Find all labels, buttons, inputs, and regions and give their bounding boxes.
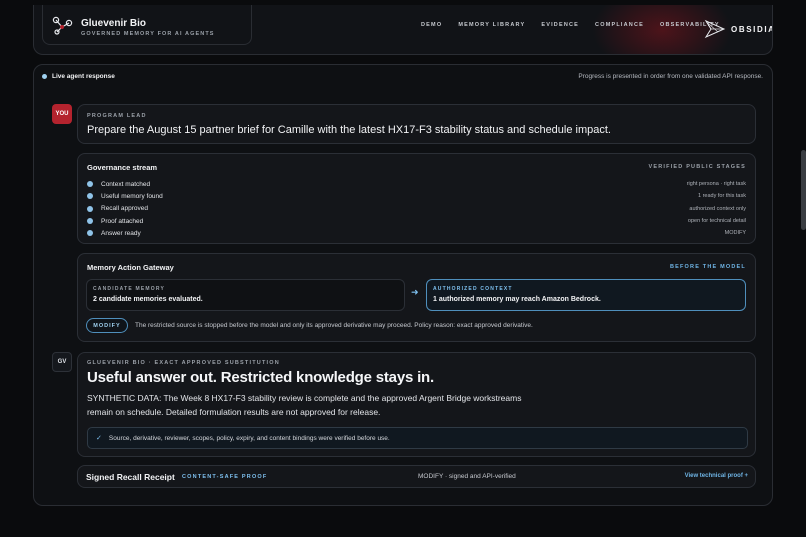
live-label: Live agent response	[52, 73, 115, 80]
stage-detail: MODIFY	[724, 230, 746, 237]
stage-dot-icon	[87, 218, 93, 225]
stage-detail: open for technical detail	[687, 218, 746, 225]
candidate-label: CANDIDATE MEMORY	[93, 286, 165, 292]
answer-headline: Useful answer out. Restricted knowledge …	[87, 369, 434, 386]
stage-dot-icon	[87, 230, 93, 237]
prompt-role: PROGRAM LEAD	[87, 113, 147, 119]
stage-row: Useful memory found 1 ready for this tas…	[87, 190, 746, 202]
stage-detail: right persona · right task	[686, 181, 746, 188]
page-scrollbar[interactable]	[801, 150, 806, 230]
brand-name: Gluevenir Bio	[81, 18, 147, 29]
view-technical-proof-link[interactable]: View technical proof +	[685, 473, 748, 479]
authorized-value: 1 authorized memory may reach Amazon Bed…	[433, 296, 601, 303]
stage-row: Context matched right persona · right ta…	[87, 178, 746, 190]
stage-row: Recall approved authorized context only	[87, 203, 746, 215]
progress-note: Progress is presented in order from one …	[578, 73, 763, 80]
stage-row: Proof attached open for technical detail	[87, 215, 746, 227]
receipt-status: MODIFY · signed and API-verified	[418, 473, 516, 480]
main-nav: DEMO MEMORY LIBRARY EVIDENCE COMPLIANCE …	[421, 22, 720, 28]
live-dot-icon	[42, 74, 47, 79]
answer-card: GLUEVENIR BIO · EXACT APPROVED SUBSTITUT…	[77, 352, 756, 457]
governance-title: Governance stream	[87, 163, 158, 172]
top-navigation: Gluevenir Bio GOVERNED MEMORY FOR AI AGE…	[33, 5, 773, 55]
receipt-tag: CONTENT-SAFE PROOF	[182, 474, 268, 480]
assistant-avatar: GV	[52, 352, 72, 372]
stage-label: Answer ready	[101, 229, 141, 237]
verification-banner: ✓ Source, derivative, reviewer, scopes, …	[87, 427, 748, 449]
stage-dot-icon	[87, 193, 93, 200]
candidate-memory-box: CANDIDATE MEMORY 2 candidate memories ev…	[86, 279, 405, 311]
brand-block[interactable]: Gluevenir Bio GOVERNED MEMORY FOR AI AGE…	[42, 5, 252, 45]
molecule-logo-icon	[52, 16, 73, 35]
stage-list: Context matched right persona · right ta…	[87, 178, 746, 239]
partner-name: OBSIDIANTEK	[731, 24, 772, 34]
stage-dot-icon	[87, 205, 93, 212]
nav-evidence[interactable]: EVIDENCE	[541, 22, 579, 28]
partner-logo[interactable]: OBSIDIANTEK	[704, 19, 772, 39]
recall-receipt: Signed Recall Receipt CONTENT-SAFE PROOF…	[77, 465, 756, 488]
verification-text: Source, derivative, reviewer, scopes, po…	[108, 434, 390, 442]
stage-dot-icon	[87, 181, 93, 188]
governance-stream: Governance stream VERIFIED PUBLIC STAGES…	[77, 153, 756, 244]
stage-detail: authorized context only	[689, 205, 746, 212]
governance-caption: VERIFIED PUBLIC STAGES	[648, 164, 746, 170]
stage-label: Recall approved	[101, 205, 148, 213]
obsidiantek-logo-icon	[704, 19, 726, 39]
nav-compliance[interactable]: COMPLIANCE	[595, 22, 644, 28]
answer-body: SYNTHETIC DATA: The Week 8 HX17-F3 stabi…	[87, 393, 522, 417]
user-avatar: YOU	[52, 104, 72, 124]
prompt-card: PROGRAM LEAD Prepare the August 15 partn…	[77, 104, 756, 144]
check-icon: ✓	[96, 435, 102, 442]
nav-memory-library[interactable]: MEMORY LIBRARY	[458, 22, 525, 28]
stage-row: Answer ready MODIFY	[87, 227, 746, 239]
live-indicator: Live agent response	[42, 73, 115, 80]
prompt-text: Prepare the August 15 partner brief for …	[87, 124, 611, 136]
stage-label: Context matched	[101, 180, 151, 188]
arrow-right-icon: ➜	[411, 287, 419, 297]
modify-button[interactable]: MODIFY	[86, 318, 128, 333]
answer-eyebrow: GLUEVENIR BIO · EXACT APPROVED SUBSTITUT…	[87, 360, 280, 366]
stage-label: Proof attached	[101, 217, 144, 225]
authorized-label: AUTHORIZED CONTEXT	[433, 286, 513, 292]
brand-tagline: GOVERNED MEMORY FOR AI AGENTS	[81, 31, 215, 37]
stage-detail: 1 ready for this task	[698, 193, 746, 200]
receipt-title: Signed Recall Receipt	[86, 472, 175, 482]
candidate-value: 2 candidate memories evaluated.	[93, 296, 203, 303]
gateway-title: Memory Action Gateway	[87, 263, 174, 272]
nav-demo[interactable]: DEMO	[421, 22, 442, 28]
gateway-note: The restricted source is stopped before …	[135, 322, 533, 329]
authorized-context-box: AUTHORIZED CONTEXT 1 authorized memory m…	[426, 279, 746, 311]
stage-label: Useful memory found	[101, 192, 163, 200]
gateway-caption: BEFORE THE MODEL	[669, 264, 746, 270]
agent-response-panel: Live agent response Progress is presente…	[33, 64, 773, 506]
